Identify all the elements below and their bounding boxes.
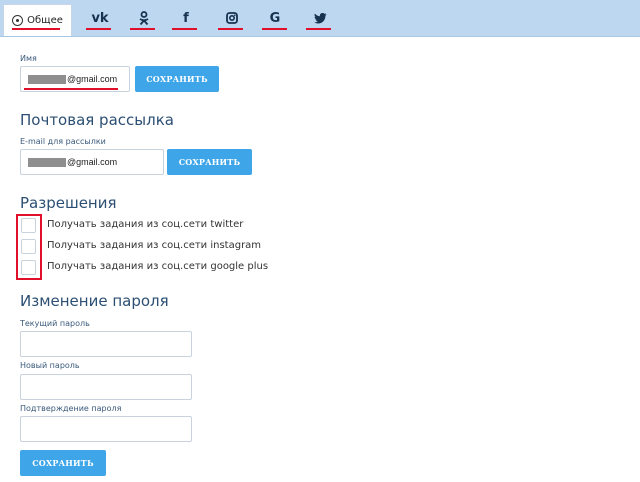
tab-ok[interactable] (136, 0, 152, 36)
masked-text (28, 74, 66, 84)
checkbox-instagram[interactable] (21, 239, 36, 254)
tab-vk-highlight (86, 28, 111, 30)
tab-general-label: Общее (27, 15, 63, 26)
tab-general-highlight (12, 28, 60, 30)
current-password-label: Текущий пароль (20, 319, 90, 328)
tab-instagram-highlight (218, 28, 243, 30)
checkbox-instagram-label: Получать задания из соц.сети instagram (47, 240, 262, 251)
new-password-input[interactable] (20, 374, 192, 400)
checkbox-twitter[interactable] (21, 218, 36, 233)
save-mailing-button[interactable]: СОХРАНИТЬ (167, 149, 252, 175)
confirm-password-input[interactable] (20, 416, 192, 442)
mailing-email-label: E-mail для рассылки (20, 137, 106, 146)
mailing-email-input[interactable]: @gmail.com (20, 149, 164, 175)
tab-facebook-highlight (172, 28, 197, 30)
tab-twitter[interactable] (312, 0, 328, 36)
save-password-button[interactable]: СОХРАНИТЬ (20, 450, 106, 476)
current-password-input[interactable] (20, 331, 192, 357)
masked-text (28, 157, 66, 167)
tab-google-highlight (262, 28, 287, 30)
twitter-icon (313, 12, 327, 24)
tab-vk[interactable]: vk (88, 0, 112, 36)
name-label: Имя (20, 54, 37, 63)
name-underline-highlight (24, 88, 118, 90)
checkbox-google-plus-label: Получать задания из соц.сети google plus (47, 261, 269, 272)
tab-google[interactable]: G (267, 0, 283, 36)
confirm-password-label: Подтверждение пароля (20, 404, 122, 413)
facebook-icon: f (183, 10, 189, 26)
odnoklassniki-icon (139, 11, 149, 25)
permissions-title: Разрешения (20, 194, 117, 212)
checkbox-google-plus[interactable] (21, 260, 36, 275)
tab-ok-highlight (130, 28, 155, 30)
save-name-button[interactable]: СОХРАНИТЬ (135, 66, 219, 92)
mailing-email-value: @gmail.com (67, 157, 118, 167)
password-title: Изменение пароля (20, 292, 169, 310)
tab-instagram[interactable] (224, 0, 240, 36)
tab-bar: Общее vk f G (0, 0, 640, 37)
tab-facebook[interactable]: f (178, 0, 194, 36)
tab-twitter-highlight (306, 28, 331, 30)
instagram-icon (226, 12, 238, 24)
name-value: @gmail.com (67, 74, 118, 84)
new-password-label: Новый пароль (20, 361, 80, 370)
mailing-title: Почтовая рассылка (20, 111, 174, 129)
google-icon: G (269, 10, 281, 26)
checkbox-twitter-label: Получать задания из соц.сети twitter (47, 219, 244, 230)
tab-general[interactable]: Общее (3, 4, 72, 36)
gear-icon (12, 15, 24, 26)
vk-icon: vk (91, 10, 109, 26)
